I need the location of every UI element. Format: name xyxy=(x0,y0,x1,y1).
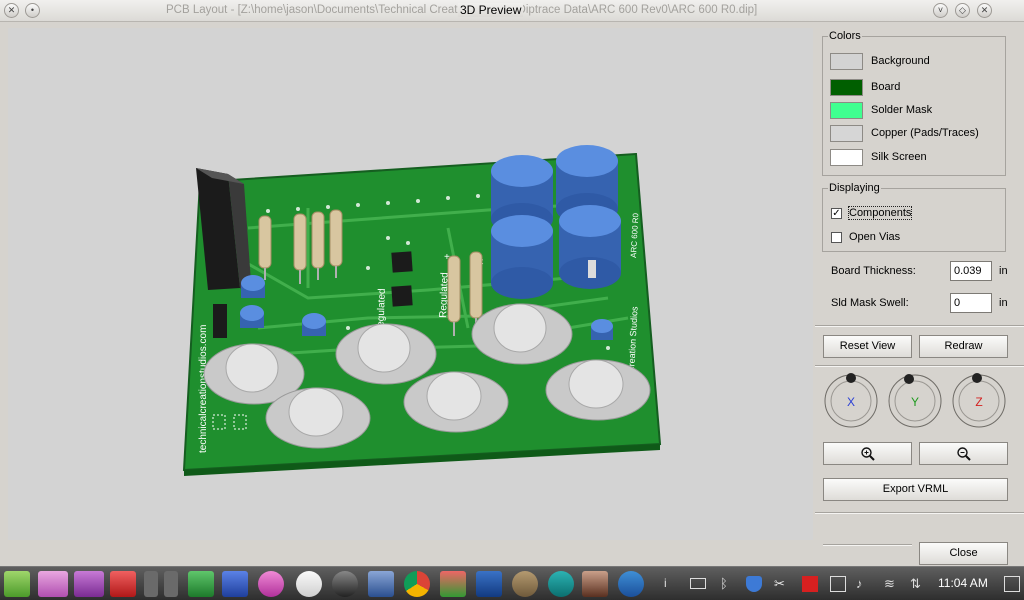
dictionary-icon[interactable] xyxy=(222,571,248,597)
board-thickness-unit: in xyxy=(999,265,1008,277)
app-icon[interactable] xyxy=(258,571,284,597)
kde-icon[interactable] xyxy=(618,571,644,597)
silk-screen-color-swatch[interactable] xyxy=(830,149,863,166)
mask-swell-unit: in xyxy=(999,297,1008,309)
components-checkbox-row[interactable]: ✓ Components xyxy=(831,206,1001,222)
reset-view-button[interactable]: Reset View xyxy=(823,335,912,358)
bluetooth-icon[interactable]: ᛒ xyxy=(720,576,736,592)
redraw-button[interactable]: Redraw xyxy=(919,335,1008,358)
window-menu-icon[interactable]: ✕ xyxy=(4,3,19,18)
kicad-icon[interactable] xyxy=(440,571,466,597)
alert-icon[interactable] xyxy=(802,576,818,592)
color-row-board[interactable]: Board xyxy=(830,79,1010,97)
divider xyxy=(823,544,912,546)
mosfet-small xyxy=(213,304,227,338)
board-color-swatch[interactable] xyxy=(830,79,863,96)
gimp-icon[interactable] xyxy=(512,571,538,597)
close-button[interactable]: Close xyxy=(919,542,1008,565)
window-pin-icon[interactable]: • xyxy=(25,3,40,18)
components-label[interactable]: Components xyxy=(847,206,913,220)
displaying-group-title: Displaying xyxy=(828,182,881,194)
rotate-x-control[interactable]: X xyxy=(823,373,879,429)
color-row-silk-screen[interactable]: Silk Screen xyxy=(830,149,1010,167)
rotate-y-control[interactable]: Y xyxy=(887,373,943,429)
ic-chip-2 xyxy=(391,285,413,307)
background-color-label: Background xyxy=(871,55,930,67)
pcb-3d-render: Unregulated Regulated AC + Technical Cre… xyxy=(182,145,662,476)
mendeley-icon[interactable] xyxy=(296,571,322,597)
rotate-z-control[interactable]: Z xyxy=(951,373,1007,429)
open-vias-checkbox-row[interactable]: Open Vias xyxy=(831,230,1001,246)
silk-website: technicalcreationstudios.com xyxy=(198,325,209,453)
mint-menu-icon[interactable] xyxy=(4,571,30,597)
color-row-solder-mask[interactable]: Solder Mask xyxy=(830,102,1010,120)
waveform-icon[interactable] xyxy=(476,571,502,597)
show-desktop-icon[interactable] xyxy=(74,571,104,597)
colors-group-title: Colors xyxy=(828,30,862,42)
zoom-in-icon xyxy=(860,447,875,461)
divider xyxy=(815,512,1024,514)
show-desktop-tray-icon[interactable] xyxy=(1004,576,1020,592)
mail-icon[interactable] xyxy=(690,578,706,589)
x-axis-label: X xyxy=(847,395,855,409)
divider xyxy=(815,365,1024,367)
windows-list-icon[interactable] xyxy=(38,571,68,597)
open-vias-checkbox[interactable] xyxy=(831,232,842,243)
wifi-icon[interactable]: ≋ xyxy=(884,576,900,592)
divider xyxy=(815,325,1024,327)
open-vias-label[interactable]: Open Vias xyxy=(849,231,900,243)
board-thickness-row: Board Thickness: in xyxy=(831,261,1011,283)
chrome-icon[interactable] xyxy=(404,571,430,597)
scissors-icon[interactable]: ✂ xyxy=(774,576,790,592)
background-color-swatch[interactable] xyxy=(830,53,863,70)
copper-color-label: Copper (Pads/Traces) xyxy=(871,127,979,139)
mask-swell-input[interactable] xyxy=(950,293,992,313)
solder-mask-color-label: Solder Mask xyxy=(871,104,933,116)
copper-color-swatch[interactable] xyxy=(830,125,863,142)
components-checkbox[interactable]: ✓ xyxy=(831,208,842,219)
settings-panel: Colors Background Board Solder Mask Copp… xyxy=(815,24,1024,565)
workspace-2-icon[interactable] xyxy=(164,571,178,597)
pcb-layout-icon[interactable] xyxy=(188,571,214,597)
board-thickness-label: Board Thickness: xyxy=(831,265,916,277)
z-axis-label: Z xyxy=(975,395,982,409)
close-window-icon[interactable]: ✕ xyxy=(977,3,992,18)
board-color-label: Board xyxy=(871,81,901,93)
ic-chip-1 xyxy=(391,251,413,273)
arduino-icon[interactable] xyxy=(548,571,574,597)
workspace-1-icon[interactable] xyxy=(144,571,158,597)
board-thickness-input[interactable] xyxy=(950,261,992,281)
zoom-out-icon xyxy=(956,447,971,461)
battery-icon[interactable] xyxy=(830,576,846,592)
network-icon[interactable]: ⇅ xyxy=(910,576,926,592)
info-icon[interactable]: i xyxy=(664,576,680,592)
y-axis-label: Y xyxy=(911,395,919,409)
volume-icon[interactable]: ♪ xyxy=(856,576,872,592)
mask-swell-row: Sld Mask Swell: in xyxy=(831,293,1011,315)
solder-mask-color-swatch[interactable] xyxy=(830,102,863,119)
maximize-icon[interactable]: ◇ xyxy=(955,3,970,18)
silk-screen-color-label: Silk Screen xyxy=(871,151,927,163)
diptrace-icon[interactable] xyxy=(110,571,136,597)
zoom-out-button[interactable] xyxy=(919,442,1008,465)
title-bar: ✕ • PCB Layout - [Z:\home\jason\Document… xyxy=(0,0,1024,22)
export-vrml-button[interactable]: Export VRML xyxy=(823,478,1008,501)
mask-swell-label: Sld Mask Swell: xyxy=(831,297,909,309)
3d-preview-viewport[interactable]: Unregulated Regulated AC + Technical Cre… xyxy=(8,28,813,540)
minimize-icon[interactable]: ˅ xyxy=(933,3,948,18)
color-row-background[interactable]: Background xyxy=(830,53,1010,71)
pcb-tool-icon[interactable] xyxy=(368,571,394,597)
window-title: 3D Preview xyxy=(458,3,524,17)
zoom-in-button[interactable] xyxy=(823,442,912,465)
shield-icon[interactable] xyxy=(746,576,762,592)
clock[interactable]: 11:04 AM xyxy=(938,576,988,590)
color-row-copper[interactable]: Copper (Pads/Traces) xyxy=(830,125,1010,143)
photo-viewer-icon[interactable] xyxy=(582,571,608,597)
taskbar: i ᛒ ✂ ♪ ≋ ⇅ 11:04 AM xyxy=(0,566,1024,600)
inkscape-icon[interactable] xyxy=(332,571,358,597)
